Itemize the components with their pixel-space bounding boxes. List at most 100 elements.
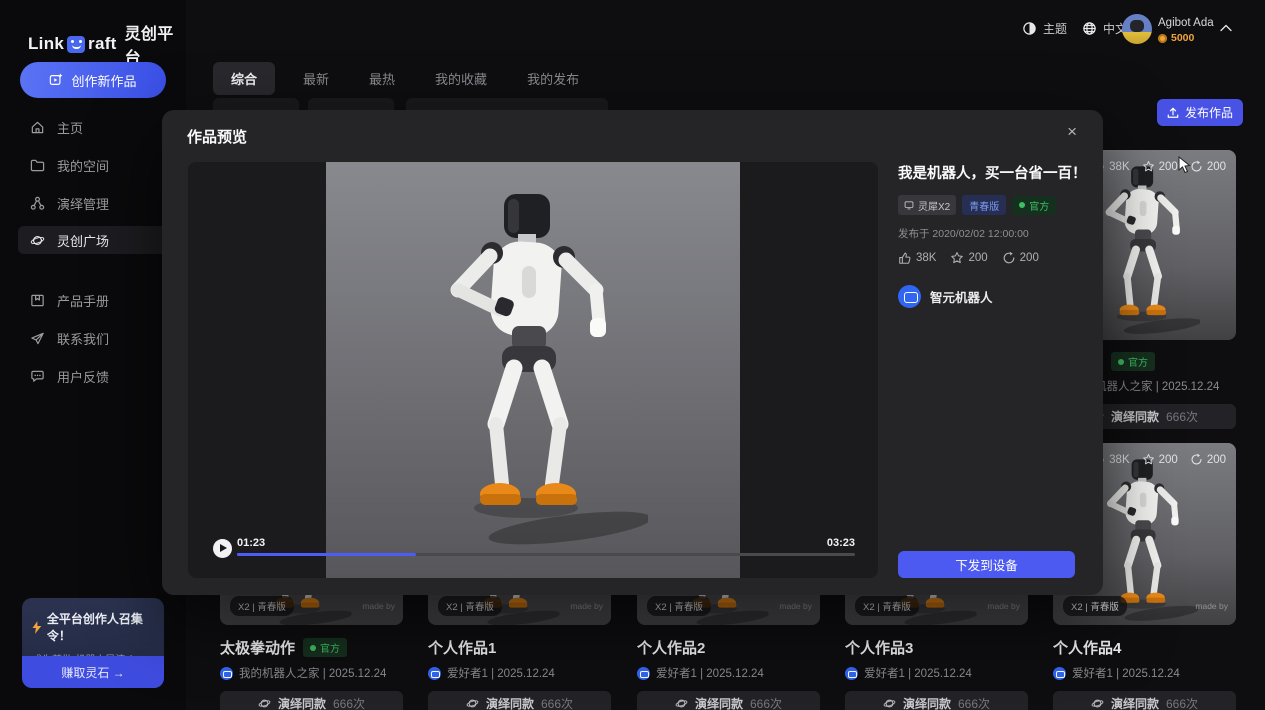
- sidebar-item-my-space[interactable]: 我的空间: [18, 151, 168, 179]
- model-pill: X2 | 青春版: [438, 596, 502, 616]
- work-author: 爱好者1 | 2025.12.24: [845, 665, 1028, 681]
- banner-title: 全平台创作人召集令！: [47, 610, 154, 644]
- share-stat[interactable]: 200: [1002, 251, 1039, 265]
- tab-comprehensive[interactable]: 综合: [213, 62, 275, 95]
- edition-tag: 青春版: [962, 195, 1006, 215]
- video-canvas[interactable]: [326, 162, 740, 578]
- banner-title-row: 全平台创作人召集令！: [22, 598, 164, 644]
- modal-title: 作品预览: [187, 126, 247, 147]
- create-new-work-button[interactable]: 创作新作品: [20, 62, 166, 98]
- sidebar-item-lingchuang-square[interactable]: 灵创广场: [18, 226, 168, 254]
- user-avatar[interactable]: [1122, 14, 1152, 44]
- folder-icon: [30, 158, 45, 173]
- model-pill: X2 | 青春版: [855, 596, 919, 616]
- star-stat[interactable]: 200: [950, 251, 987, 265]
- work-title: 太极拳动作: [220, 637, 295, 658]
- sidebar-item-user-feedback[interactable]: 用户反馈: [18, 362, 168, 390]
- work-title: 个人作品2: [637, 637, 705, 658]
- share-icon: [1190, 453, 1203, 466]
- model-pill: X2 | 青春版: [230, 596, 294, 616]
- create-new-work-label: 创作新作品: [71, 71, 136, 90]
- theme-icon: [1022, 21, 1037, 36]
- like-stat[interactable]: 38K: [898, 251, 936, 265]
- remix-count: 666次: [1166, 695, 1198, 710]
- lightning-icon: [32, 621, 42, 634]
- remix-button[interactable]: 演绎同款 666次: [1053, 691, 1236, 710]
- author-text: 爱好者1 | 2025.12.24: [656, 665, 764, 681]
- work-author: 爱好者1 | 2025.12.24: [1053, 665, 1236, 681]
- video-player: 01:23 03:23: [188, 162, 878, 578]
- remix-label: 演绎同款: [903, 695, 951, 710]
- chevron-up-icon[interactable]: [1220, 24, 1232, 32]
- official-badge: 官方: [1111, 352, 1155, 371]
- author-avatar-icon: [1053, 667, 1066, 680]
- nodes-icon: [30, 196, 45, 211]
- coin-icon: [1158, 34, 1167, 43]
- close-icon[interactable]: ×: [1067, 123, 1077, 140]
- tab-newest[interactable]: 最新: [303, 69, 329, 88]
- remix-icon: [1091, 697, 1104, 710]
- tab-hottest[interactable]: 最热: [369, 69, 395, 88]
- star-stat: 200: [1142, 453, 1178, 466]
- progress-fill: [237, 553, 416, 556]
- remix-button[interactable]: 演绎同款 666次: [845, 691, 1028, 710]
- work-author: 我的机器人之家 | 2025.12.24: [220, 665, 403, 681]
- remix-button[interactable]: 演绎同款 666次: [428, 691, 611, 710]
- share-stat: 200: [1190, 453, 1226, 466]
- home-icon: [30, 120, 45, 135]
- create-video-icon: [49, 73, 63, 87]
- watermark: made by: [1195, 601, 1228, 611]
- tab-my-posts[interactable]: 我的发布: [527, 69, 579, 88]
- sort-tabs: 综合 最新 最热 我的收藏 我的发布: [213, 62, 619, 95]
- sidebar-item-home[interactable]: 主页: [18, 113, 168, 141]
- watermark: made by: [779, 601, 812, 611]
- author-text: 我的机器人之家 | 2025.12.24: [239, 665, 386, 681]
- remix-label: 演绎同款: [695, 695, 743, 710]
- tab-my-favorites[interactable]: 我的收藏: [435, 69, 487, 88]
- total-time: 03:23: [805, 537, 855, 549]
- author-avatar-icon: [428, 667, 441, 680]
- progress-bar[interactable]: [237, 553, 855, 556]
- theme-label: 主题: [1043, 20, 1067, 37]
- sidebar-item-label: 演绎管理: [57, 194, 109, 213]
- thumbs-up-icon: [898, 251, 912, 265]
- play-button[interactable]: [213, 539, 232, 558]
- author-avatar: [898, 285, 921, 308]
- remix-button[interactable]: 演绎同款 666次: [637, 691, 820, 710]
- user-coins: 5000: [1158, 32, 1194, 44]
- sidebar-item-label: 主页: [57, 118, 83, 137]
- user-name: Agibot Ada: [1158, 17, 1214, 29]
- upload-icon: [1167, 107, 1179, 119]
- official-tag: 官方: [1012, 196, 1056, 215]
- send-to-device-button[interactable]: 下发到设备: [898, 551, 1075, 578]
- work-preview-title: 我是机器人，买一台省一百！: [898, 162, 1078, 183]
- star-icon: [1142, 160, 1155, 173]
- work-author-row[interactable]: 智元机器人: [898, 285, 1078, 308]
- topbar: 主题 中文 Agibot Ada 5000: [186, 0, 1265, 58]
- publish-work-button[interactable]: 发布作品: [1157, 99, 1243, 126]
- sidebar-item-contact-us[interactable]: 联系我们: [18, 324, 168, 352]
- watermark: made by: [362, 601, 395, 611]
- sidebar-item-performance-management[interactable]: 演绎管理: [18, 189, 168, 217]
- sidebar-item-product-manual[interactable]: 产品手册: [18, 286, 168, 314]
- creator-recruit-banner: 全平台创作人召集令！ 成为首批“机器人导演”！ 赚取灵石 →: [22, 598, 164, 688]
- planet-icon: [30, 233, 45, 248]
- brand-prefix: Link: [28, 34, 64, 54]
- earn-lingshi-button[interactable]: 赚取灵石 →: [22, 656, 164, 688]
- work-tags: 灵犀X2 青春版 官方: [898, 195, 1078, 215]
- remix-label: 演绎同款: [486, 695, 534, 710]
- theme-toggle[interactable]: 主题: [1022, 20, 1067, 37]
- brand-logo: Linkraft 灵创平台: [28, 20, 186, 68]
- brand-cn: 灵创平台: [125, 20, 186, 68]
- work-stats-overlay: 38K 200 200: [1092, 453, 1226, 466]
- work-author: 爱好者1 | 2025.12.24: [637, 665, 820, 681]
- publish-work-label: 发布作品: [1185, 104, 1233, 121]
- mouse-cursor: [1178, 156, 1193, 174]
- author-name: 智元机器人: [930, 287, 993, 306]
- share-icon: [1002, 251, 1016, 265]
- language-switch[interactable]: 中文: [1082, 20, 1127, 37]
- remix-button[interactable]: 演绎同款 666次: [220, 691, 403, 710]
- brand-c-icon: [67, 36, 85, 53]
- remix-count: 666次: [541, 695, 573, 710]
- author-avatar-icon: [637, 667, 650, 680]
